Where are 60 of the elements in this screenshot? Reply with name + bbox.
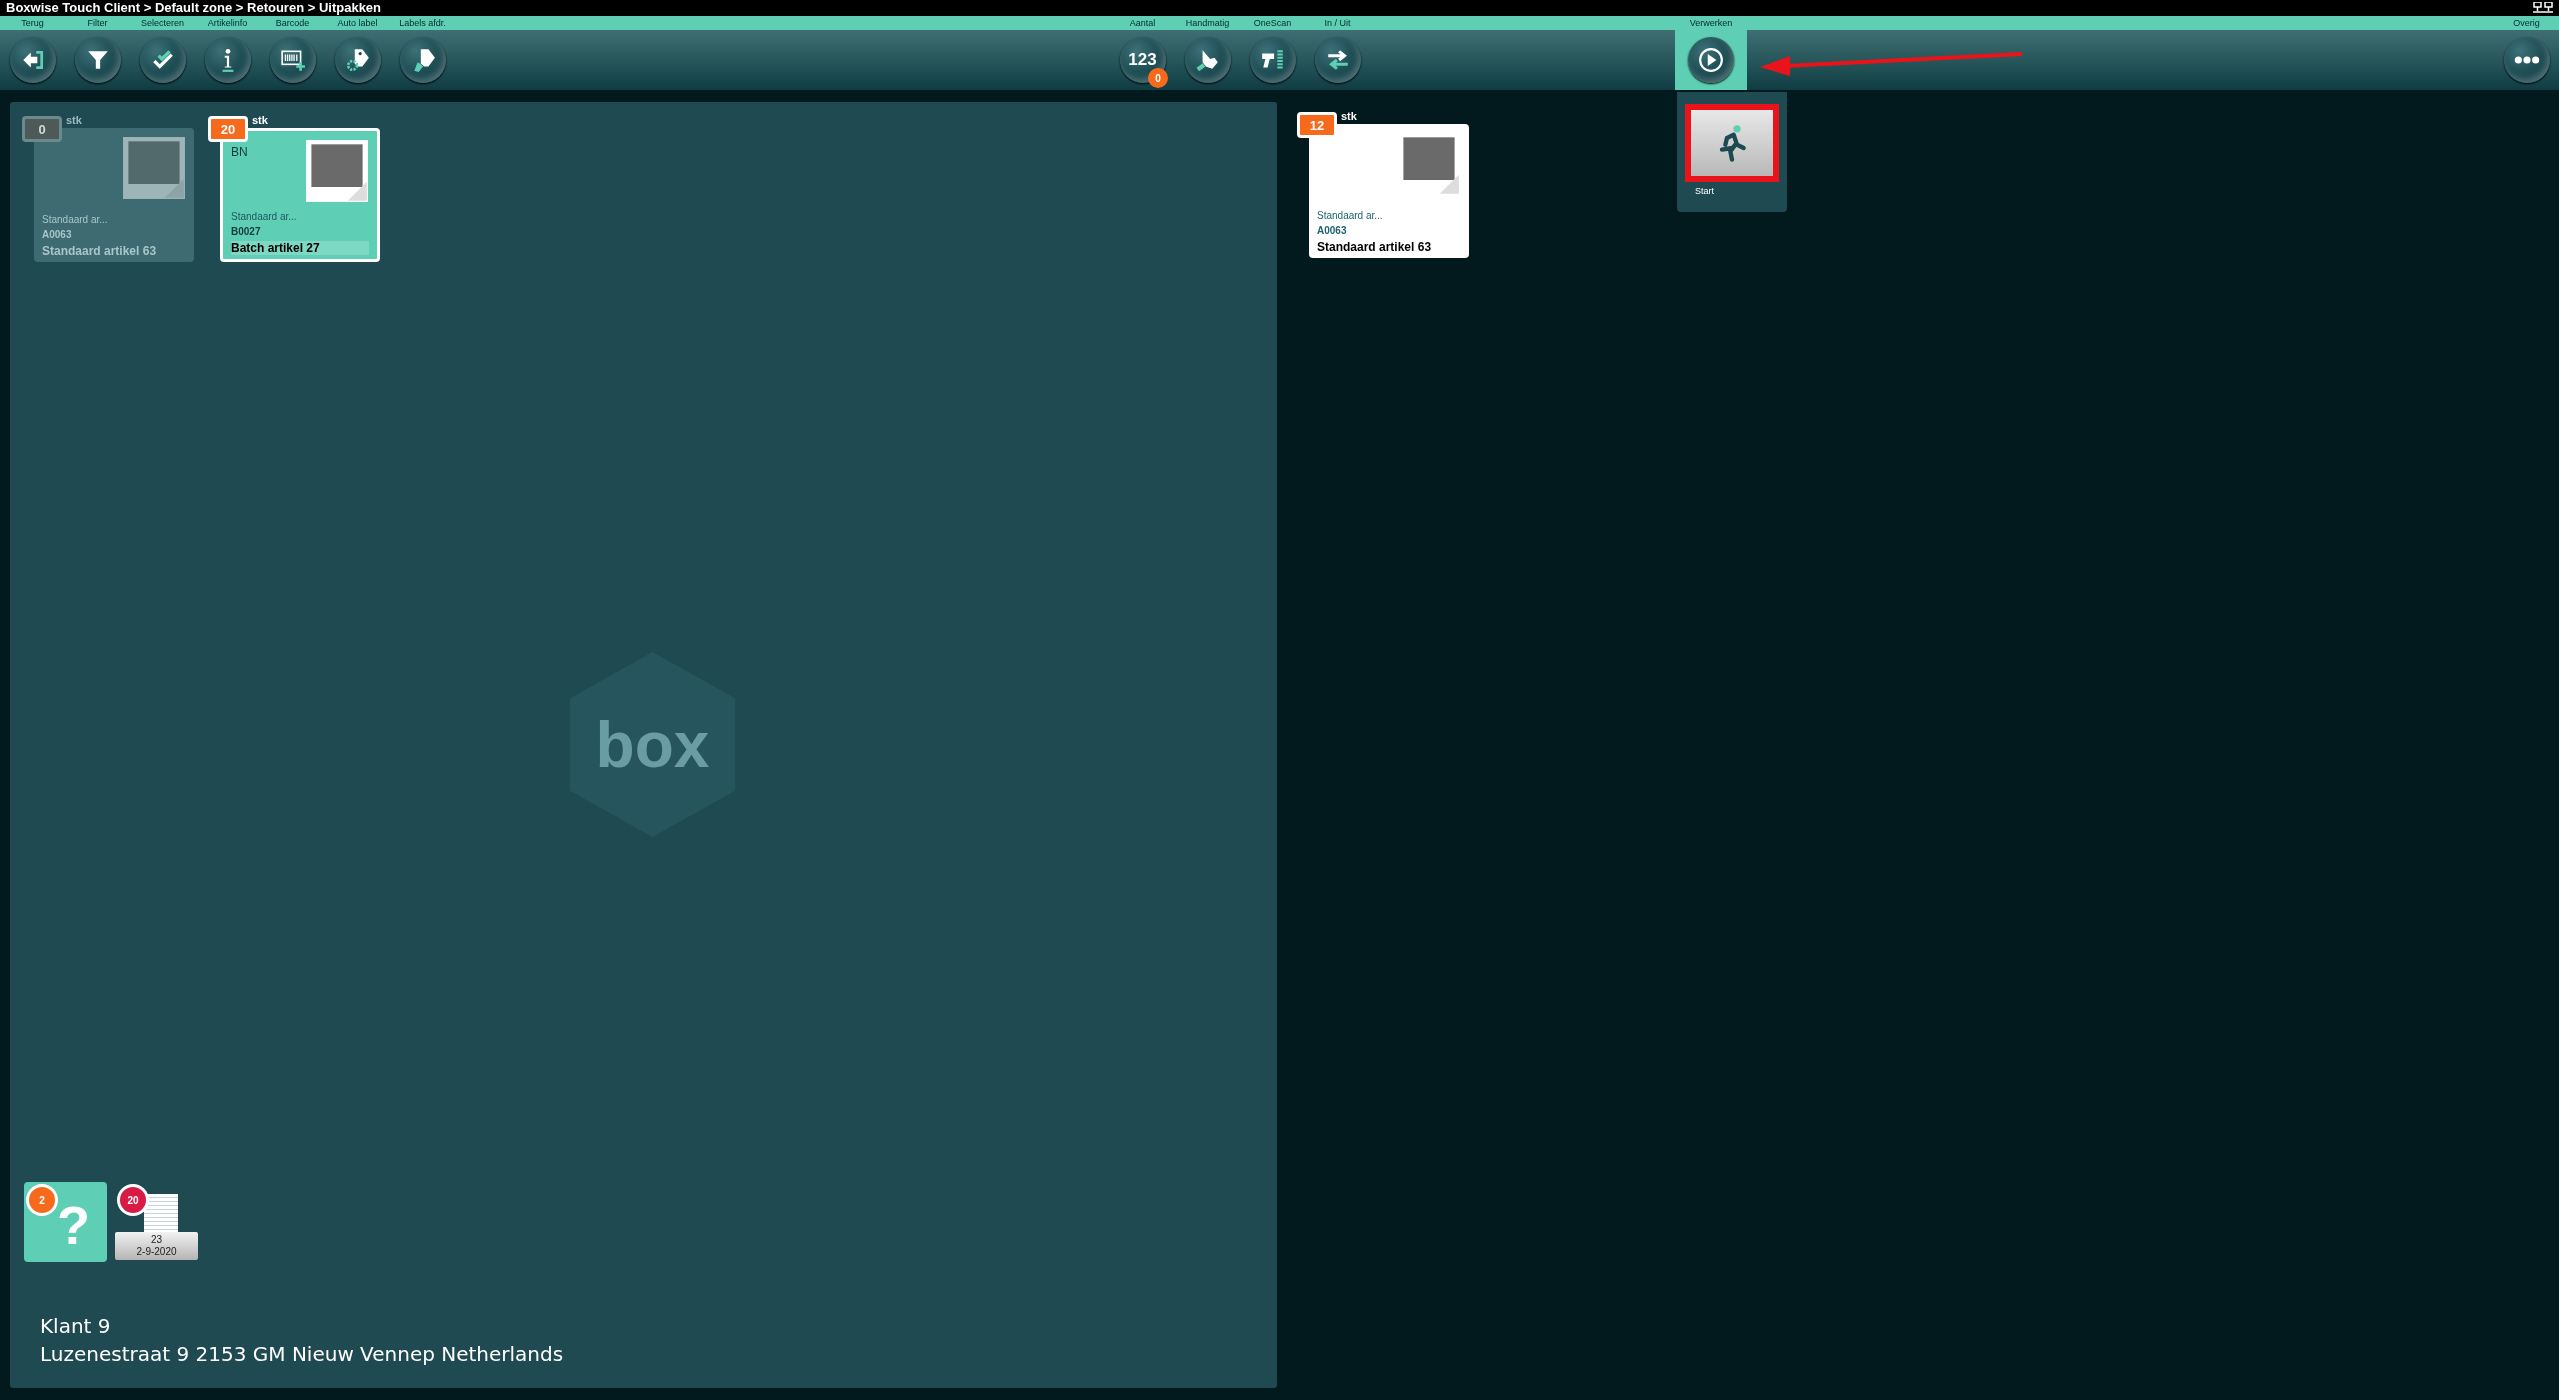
unit-label: stk xyxy=(252,114,268,126)
article-code: B0027 xyxy=(231,226,262,237)
article-description: Standaard ar... xyxy=(1317,210,1384,221)
document-date: 2-9-2020 xyxy=(136,1246,177,1258)
toolbar-label: Artikelinfo xyxy=(207,17,248,30)
toolbar-button[interactable] xyxy=(139,37,186,83)
toolbar-label: Aantal xyxy=(1129,17,1156,30)
quantity-badge: 0 xyxy=(22,116,62,142)
toolbar-button[interactable] xyxy=(1184,37,1231,83)
network-icon xyxy=(2533,2,2553,14)
toolbar-label: In / Uit xyxy=(1324,17,1351,30)
toolbar-label: Auto label xyxy=(337,17,378,30)
background-logo: box xyxy=(570,652,735,837)
toolbar-label: Barcode xyxy=(275,17,310,30)
toolbar-button[interactable] xyxy=(334,37,381,83)
article-name: Standaard artikel 63 xyxy=(1317,240,1433,254)
count-badge: 20 xyxy=(117,1184,149,1216)
count-badge: 0 xyxy=(1148,68,1168,88)
quantity-badge: 20 xyxy=(208,116,248,142)
customer-name: Klant 9 xyxy=(39,1313,112,1340)
toolbar-label: Labels afdr. xyxy=(399,17,446,30)
toolbar-button[interactable] xyxy=(9,37,56,83)
toolbar-label: Filter xyxy=(87,17,108,30)
customer-address: Luzenestraat 9 2153 GM Nieuw Vennep Netherlands xyxy=(39,1341,565,1368)
unit-label: stk xyxy=(1341,110,1357,122)
toolbar-label: Selecteren xyxy=(141,17,184,30)
start-button[interactable] xyxy=(1685,104,1779,182)
toolbar-button[interactable] xyxy=(1249,37,1296,83)
toolbar-button[interactable] xyxy=(399,37,446,83)
question-mark-icon: ? xyxy=(57,1194,90,1256)
photo-placeholder xyxy=(122,136,186,200)
toolbar-label: Handmatig xyxy=(1185,17,1230,30)
batch-label: BN xyxy=(231,145,248,159)
window-title: Boxwise Touch Client > Default zone > Retouren > Uitpakken xyxy=(6,0,382,16)
toolbar-button[interactable] xyxy=(74,37,121,83)
article-code: A0063 xyxy=(1317,225,1348,236)
toolbar-button[interactable] xyxy=(269,37,316,83)
photo-placeholder xyxy=(305,139,369,203)
more-button[interactable] xyxy=(2503,37,2550,83)
process-button[interactable] xyxy=(1688,37,1734,83)
article-name: Batch artikel 27 xyxy=(231,241,369,255)
menu-item-label: Start xyxy=(1694,186,1715,196)
toolbar-label: Overig xyxy=(2513,17,2540,30)
toolbar-label: OneScan xyxy=(1253,17,1292,30)
article-description: Standaard ar... xyxy=(42,214,109,225)
tag-gear-icon xyxy=(344,47,371,73)
play-icon xyxy=(1698,47,1724,73)
document-label[interactable]: 23 2-9-2020 xyxy=(115,1232,198,1260)
article-description: Standaard ar... xyxy=(231,211,298,222)
document-number: 23 xyxy=(150,1234,163,1246)
article-code: A0063 xyxy=(42,229,73,240)
article-name: Standaard artikel 63 xyxy=(42,244,158,258)
document-icon xyxy=(143,1194,178,1232)
count-badge: 2 xyxy=(26,1184,58,1216)
quantity-badge: 12 xyxy=(1297,112,1337,138)
toolbar-label: Terug xyxy=(21,17,44,30)
toolbar-button[interactable] xyxy=(204,37,251,83)
toolbar-button[interactable] xyxy=(1314,37,1361,83)
toolbar-label: Verwerken xyxy=(1689,17,1733,30)
unit-label: stk xyxy=(66,114,82,126)
